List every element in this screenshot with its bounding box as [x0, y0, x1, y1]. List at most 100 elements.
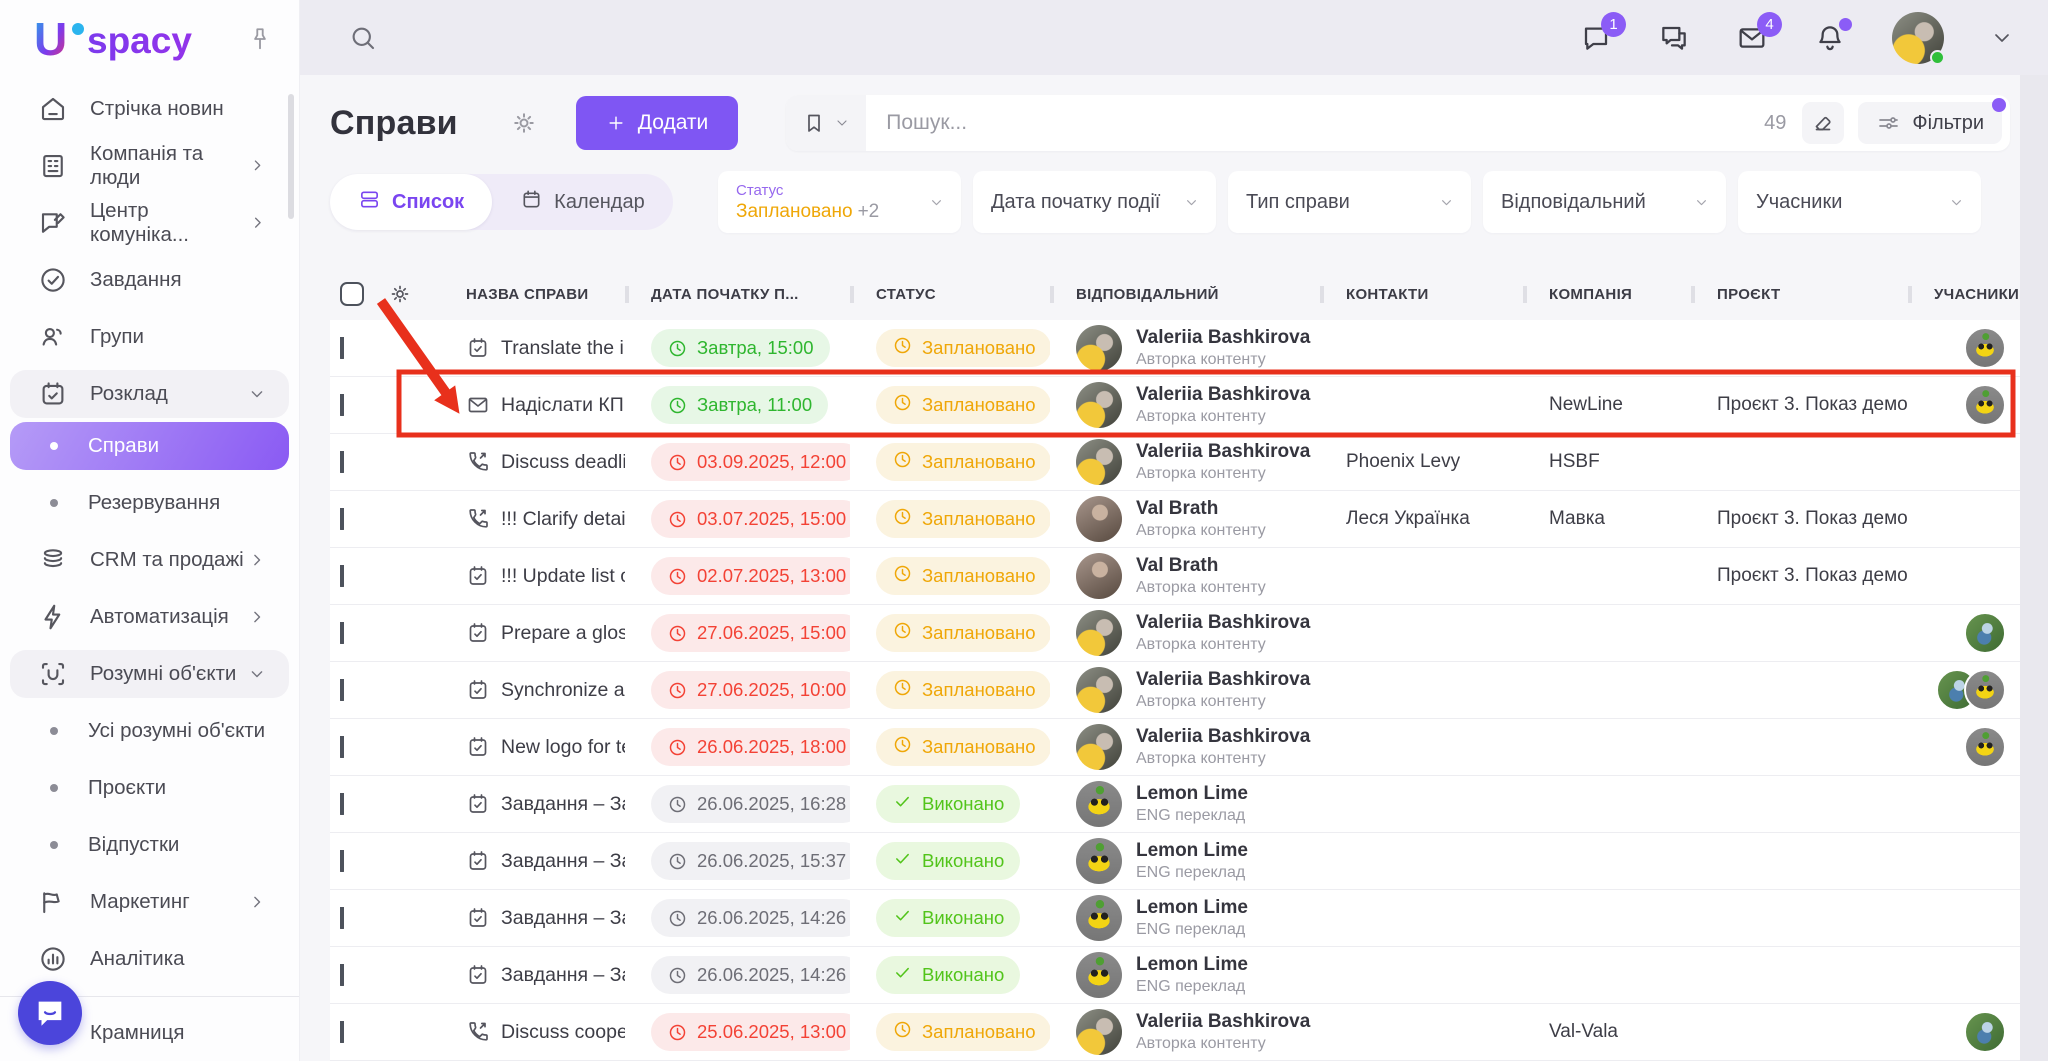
row-checkbox[interactable]: [340, 565, 344, 587]
activity-name[interactable]: Завдання – Завд...: [501, 850, 625, 873]
support-chat-button[interactable]: [18, 981, 82, 1045]
page-settings-gear-icon[interactable]: [510, 109, 538, 137]
row-checkbox[interactable]: [340, 508, 344, 530]
table-row[interactable]: New logo for tem... 26.06.2025, 18:00 За…: [330, 719, 2020, 776]
responsible-name[interactable]: Valeriia Bashkirova: [1136, 1011, 1310, 1033]
row-checkbox[interactable]: [340, 337, 344, 359]
row-checkbox[interactable]: [340, 679, 344, 701]
activity-name[interactable]: Завдання – Завд...: [501, 907, 625, 930]
table-row[interactable]: Надіслати КП дл... Завтра, 11:00 Заплано…: [330, 377, 2020, 434]
notifications-bell-icon[interactable]: [1814, 22, 1846, 54]
row-checkbox[interactable]: [340, 907, 344, 929]
filter-chip-status[interactable]: СтатусЗаплановано+2: [718, 171, 961, 233]
select-all-checkbox[interactable]: [340, 282, 364, 306]
chat-icon[interactable]: 1: [1580, 22, 1612, 54]
column-header-5[interactable]: КОМПАНІЯ: [1523, 286, 1691, 303]
sidebar-item-crm[interactable]: CRM та продажі: [10, 532, 289, 589]
sidebar-item-tasks[interactable]: Завдання: [10, 251, 289, 308]
row-checkbox[interactable]: [340, 736, 344, 758]
column-header-4[interactable]: КОНТАКТИ: [1320, 286, 1523, 303]
responsible-name[interactable]: Val Brath: [1136, 498, 1266, 520]
activity-name[interactable]: Завдання – Завд...: [501, 793, 625, 816]
activity-name[interactable]: Prepare a glossa...: [501, 622, 625, 645]
company-cell[interactable]: HSBF: [1523, 451, 1691, 473]
sidebar-item-schedule[interactable]: Розклад: [10, 370, 289, 418]
column-header-1[interactable]: ДАТА ПОЧАТКУ П...: [625, 286, 850, 303]
contact-cell[interactable]: Phoenix Levy: [1320, 451, 1523, 473]
table-row[interactable]: Synchronize all l... 27.06.2025, 10:00 З…: [330, 662, 2020, 719]
table-row[interactable]: !!! Update list of ... 02.07.2025, 13:00…: [330, 548, 2020, 605]
responsible-name[interactable]: Lemon Lime: [1136, 783, 1248, 805]
activity-name[interactable]: !!! Update list of ...: [501, 565, 625, 588]
activity-name[interactable]: Synchronize all l...: [501, 679, 625, 702]
columns-settings-gear-icon[interactable]: [388, 282, 412, 306]
activity-name[interactable]: Translate the inte...: [501, 337, 625, 360]
search-input[interactable]: [866, 111, 1764, 135]
column-header-7[interactable]: УЧАСНИКИ: [1908, 286, 2020, 303]
sidebar-item-projects[interactable]: Проєкти: [10, 760, 289, 817]
responsible-name[interactable]: Lemon Lime: [1136, 840, 1248, 862]
column-header-0[interactable]: НАЗВА СПРАВИ: [440, 286, 625, 303]
column-header-6[interactable]: ПРОЄКТ: [1691, 286, 1908, 303]
add-activity-button[interactable]: Додати: [576, 96, 739, 150]
user-avatar[interactable]: [1892, 12, 1944, 64]
table-row[interactable]: Prepare a glossa... 27.06.2025, 15:00 За…: [330, 605, 2020, 662]
table-row[interactable]: Завдання – Завд... 26.06.2025, 14:26 Вик…: [330, 890, 2020, 947]
clear-filters-eraser-button[interactable]: [1802, 102, 1844, 144]
filters-button[interactable]: Фільтри: [1858, 102, 2002, 144]
company-cell[interactable]: Мавка: [1523, 508, 1691, 530]
responsible-name[interactable]: Valeriia Bashkirova: [1136, 441, 1310, 463]
activity-name[interactable]: !!! Clarify details: [501, 508, 625, 531]
table-row[interactable]: Завдання – Завд... 26.06.2025, 14:26 Вик…: [330, 947, 2020, 1004]
group-chats-icon[interactable]: [1658, 22, 1690, 54]
tab-calendar[interactable]: Календар: [492, 174, 673, 230]
mail-icon[interactable]: 4: [1736, 22, 1768, 54]
filter-chip-дата-початку-події[interactable]: Дата початку події: [973, 171, 1216, 233]
row-checkbox[interactable]: [340, 964, 344, 986]
column-header-2[interactable]: СТАТУС: [850, 286, 1050, 303]
sidebar-item-vacations[interactable]: Відпустки: [10, 817, 289, 874]
sidebar-item-activities[interactable]: Справи: [10, 422, 289, 470]
responsible-name[interactable]: Val Brath: [1136, 555, 1266, 577]
sidebar-item-automation[interactable]: Автоматизація: [10, 589, 289, 646]
table-row[interactable]: Discuss coopera... 25.06.2025, 13:00 Зап…: [330, 1004, 2020, 1061]
row-checkbox[interactable]: [340, 622, 344, 644]
sidebar-item-reservations[interactable]: Резервування: [10, 475, 289, 532]
sidebar-item-marketing[interactable]: Маркетинг: [10, 874, 289, 931]
activity-name[interactable]: New logo for tem...: [501, 736, 625, 759]
row-checkbox[interactable]: [340, 793, 344, 815]
company-cell[interactable]: Val-Vala: [1523, 1021, 1691, 1043]
table-row[interactable]: Discuss deadlines 03.09.2025, 12:00 Запл…: [330, 434, 2020, 491]
pin-sidebar-icon[interactable]: [247, 26, 273, 52]
table-row[interactable]: !!! Clarify details 03.07.2025, 15:00 За…: [330, 491, 2020, 548]
table-row[interactable]: Translate the inte... Завтра, 15:00 Запл…: [330, 320, 2020, 377]
activity-name[interactable]: Завдання – Завд...: [501, 964, 625, 987]
sidebar-item-analytics[interactable]: Аналітика: [10, 931, 289, 988]
activity-name[interactable]: Надіслати КП дл...: [501, 394, 625, 417]
activity-name[interactable]: Discuss coopera...: [501, 1021, 625, 1044]
sidebar-item-news-feed[interactable]: Стрічка новин: [10, 80, 289, 137]
sidebar-scrollbar[interactable]: [288, 94, 294, 219]
sidebar-item-smart-objects[interactable]: Розумні об'єкти: [10, 650, 289, 698]
filter-chip-тип-справи[interactable]: Тип справи: [1228, 171, 1471, 233]
table-row[interactable]: Завдання – Завд... 26.06.2025, 16:28 Вик…: [330, 776, 2020, 833]
sidebar-item-company-people[interactable]: Компанія та люди: [10, 137, 289, 194]
row-checkbox[interactable]: [340, 394, 344, 416]
tab-list[interactable]: Список: [330, 174, 492, 230]
responsible-name[interactable]: Valeriia Bashkirova: [1136, 612, 1310, 634]
responsible-name[interactable]: Lemon Lime: [1136, 954, 1248, 976]
responsible-name[interactable]: Lemon Lime: [1136, 897, 1248, 919]
responsible-name[interactable]: Valeriia Bashkirova: [1136, 327, 1310, 349]
table-row[interactable]: Завдання – Завд... 26.06.2025, 15:37 Вик…: [330, 833, 2020, 890]
activity-name[interactable]: Discuss deadlines: [501, 451, 625, 474]
company-cell[interactable]: NewLine: [1523, 394, 1691, 416]
responsible-name[interactable]: Valeriia Bashkirova: [1136, 384, 1310, 406]
responsible-name[interactable]: Valeriia Bashkirova: [1136, 726, 1310, 748]
global-search-icon[interactable]: [348, 23, 378, 53]
responsible-name[interactable]: Valeriia Bashkirova: [1136, 669, 1310, 691]
row-checkbox[interactable]: [340, 1021, 344, 1043]
saved-filters-bookmark-button[interactable]: [786, 95, 866, 151]
column-header-3[interactable]: ВІДПОВІДАЛЬНИЙ: [1050, 286, 1320, 303]
row-checkbox[interactable]: [340, 850, 344, 872]
right-scroll-gutter[interactable]: [2020, 75, 2048, 1061]
